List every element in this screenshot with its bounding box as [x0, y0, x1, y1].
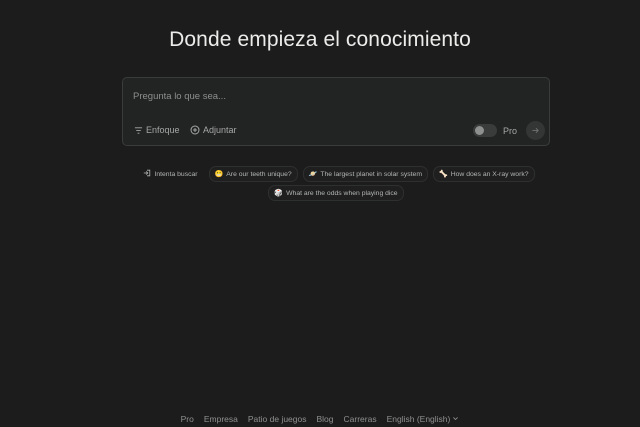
search-box[interactable]: Enfoque Adjuntar Pro: [122, 77, 550, 146]
suggestion-text: How does an X-ray work?: [450, 170, 529, 178]
suggestion-text: What are the odds when playing dice: [286, 189, 398, 197]
footer: Pro Empresa Patio de juegos Blog Carrera…: [0, 414, 640, 424]
attach-button[interactable]: Adjuntar: [190, 125, 237, 135]
grimace-emoji-icon: 😬: [214, 170, 224, 178]
language-label: English (English): [386, 414, 451, 424]
footer-link-enterprise[interactable]: Empresa: [204, 414, 238, 424]
footer-link-careers[interactable]: Carreras: [344, 414, 377, 424]
page-headline: Donde empieza el conocimiento: [169, 28, 471, 51]
focus-label: Enfoque: [146, 125, 180, 135]
attach-plus-icon: [190, 125, 200, 135]
footer-link-blog[interactable]: Blog: [317, 414, 334, 424]
language-selector[interactable]: English (English): [387, 414, 460, 424]
search-input[interactable]: [133, 87, 533, 105]
suggestion-chip[interactable]: 🎲 What are the odds when playing dice: [268, 185, 404, 201]
arrow-in-icon: [143, 169, 151, 179]
pro-label: Pro: [503, 126, 518, 136]
suggestions: Intenta buscar 😬 Are our teeth unique? 🪐…: [120, 166, 552, 204]
planet-emoji-icon: 🪐: [308, 170, 318, 178]
toggle-knob: [475, 126, 484, 135]
suggestion-text: The largest planet in solar system: [320, 170, 422, 178]
suggestion-chip[interactable]: 😬 Are our teeth unique?: [208, 166, 298, 182]
footer-link-pro[interactable]: Pro: [181, 414, 194, 424]
suggestions-row-2: 🎲 What are the odds when playing dice: [120, 185, 552, 201]
footer-link-playground[interactable]: Patio de juegos: [248, 414, 307, 424]
attach-label: Adjuntar: [203, 125, 237, 135]
submit-button[interactable]: [526, 121, 545, 140]
page: Donde empieza el conocimiento Enfoque: [0, 0, 640, 427]
pro-toggle[interactable]: [473, 124, 497, 137]
suggestions-row-1: Intenta buscar 😬 Are our teeth unique? 🪐…: [120, 166, 552, 182]
bone-emoji-icon: 🦴: [438, 170, 448, 178]
suggestion-chip[interactable]: 🪐 The largest planet in solar system: [302, 166, 428, 182]
dice-emoji-icon: 🎲: [274, 189, 284, 197]
suggestion-text: Are our teeth unique?: [226, 170, 292, 178]
focus-button[interactable]: Enfoque: [134, 125, 180, 135]
try-searching-label: Intenta buscar: [137, 166, 203, 182]
arrow-right-icon: [531, 122, 540, 140]
chevron-down-icon: [452, 414, 459, 424]
suggestion-chip[interactable]: 🦴 How does an X-ray work?: [432, 166, 535, 182]
try-searching-text: Intenta buscar: [154, 170, 198, 178]
filter-icon: [134, 126, 143, 135]
